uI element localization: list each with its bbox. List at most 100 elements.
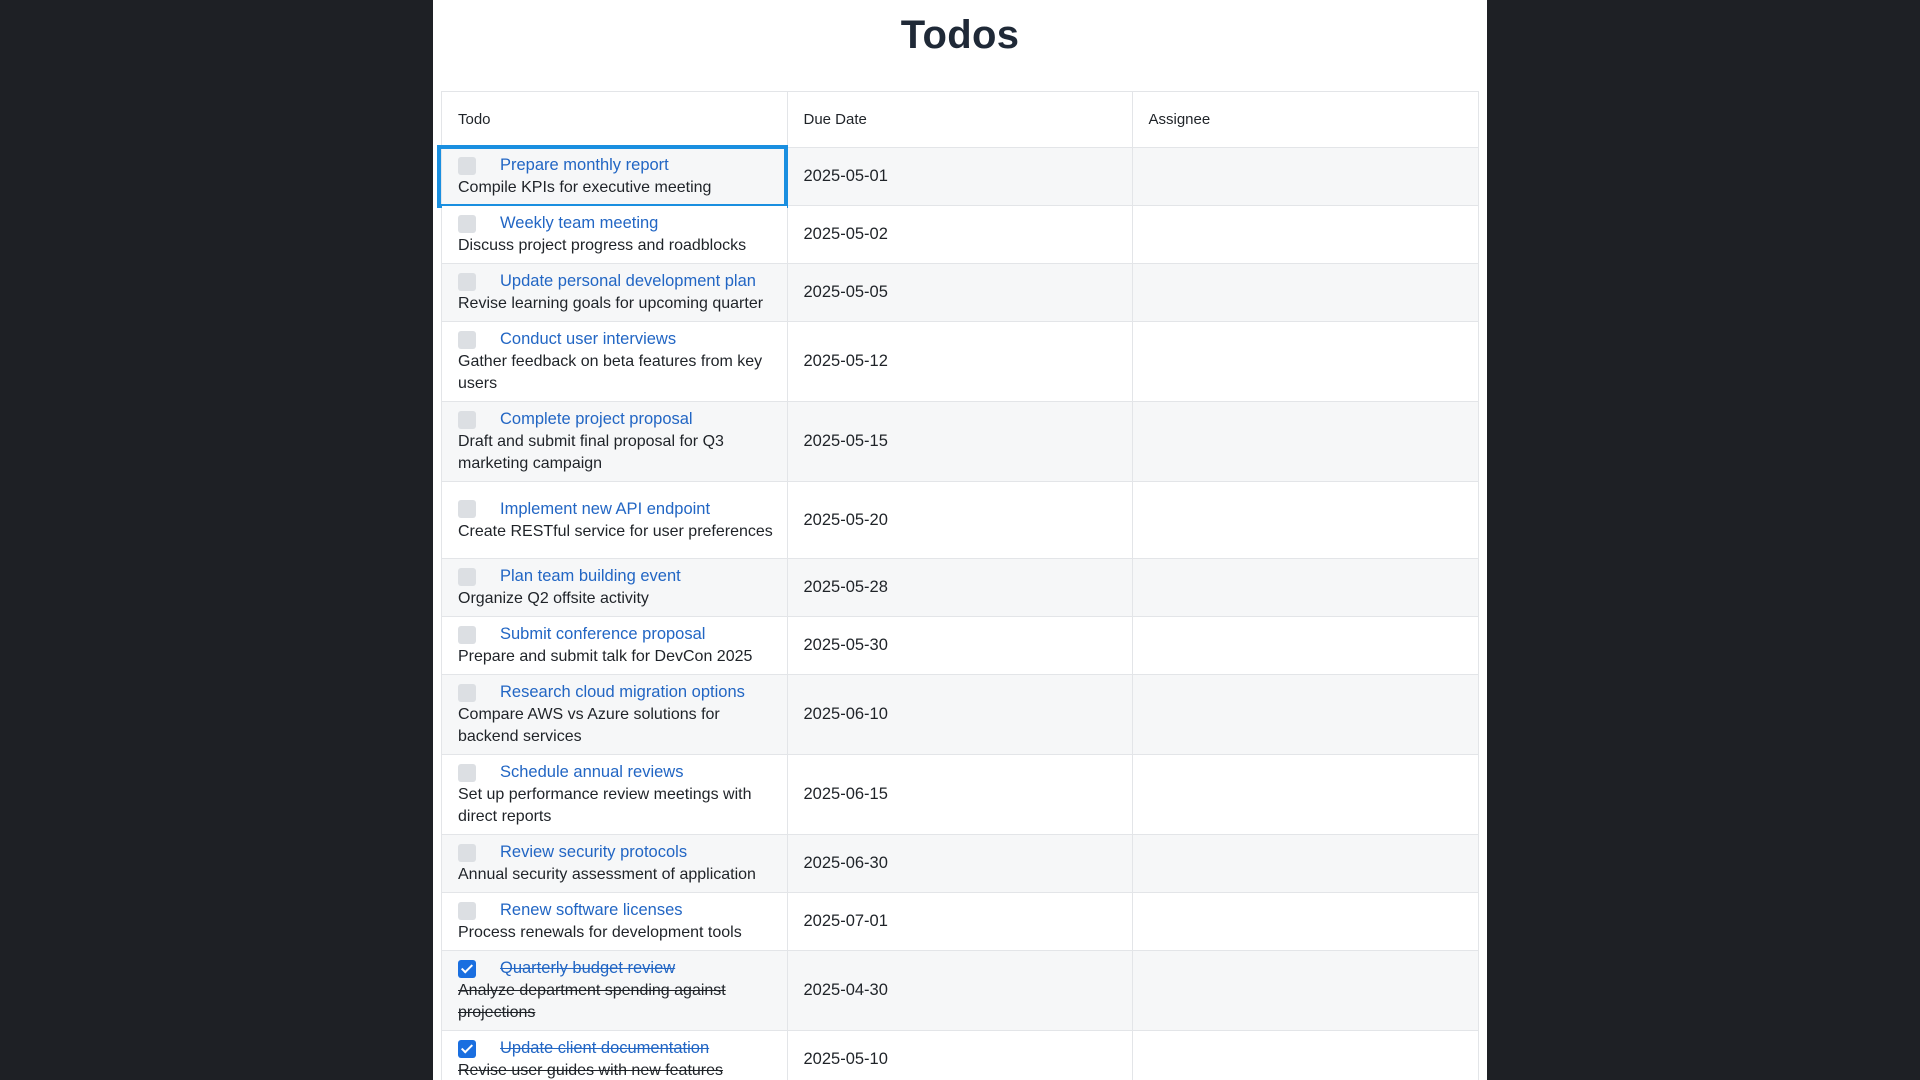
todo-title-link[interactable]: Schedule annual reviews — [500, 763, 683, 782]
checkbox-unchecked-icon[interactable] — [458, 330, 476, 349]
todo-title-line: Quarterly budget review — [458, 957, 777, 980]
todo-title-link[interactable]: Prepare monthly report — [500, 156, 669, 175]
todo-title-line: Weekly team meeting — [458, 212, 777, 235]
checkbox-unchecked-icon[interactable] — [458, 763, 476, 782]
todo-title-line: Update client documentation — [458, 1037, 777, 1060]
due-date-cell: 2025-06-15 — [787, 754, 1133, 835]
todo-cell: Research cloud migration options Compare… — [442, 674, 788, 755]
assignee-cell — [1132, 674, 1478, 755]
todo-title-link[interactable]: Implement new API endpoint — [500, 500, 710, 519]
assignee-cell — [1132, 263, 1478, 322]
table-row: Implement new API endpoint Create RESTfu… — [442, 481, 1478, 559]
table-header-row: Todo Due Date Assignee — [442, 92, 1478, 148]
column-header-assignee: Assignee — [1132, 92, 1478, 148]
checkbox-unchecked-icon[interactable] — [458, 272, 476, 291]
assignee-cell — [1132, 1030, 1478, 1080]
due-date-cell: 2025-04-30 — [787, 950, 1133, 1031]
due-date-cell: 2025-05-01 — [787, 147, 1133, 206]
todo-cell: Quarterly budget review Analyze departme… — [442, 950, 788, 1031]
todo-title-line: Conduct user interviews — [458, 328, 777, 351]
todo-description: Organize Q2 offsite activity — [458, 590, 649, 607]
assignee-cell — [1132, 616, 1478, 675]
todo-title-link[interactable]: Submit conference proposal — [500, 625, 705, 644]
due-date-cell: 2025-05-20 — [787, 481, 1133, 559]
todo-cell: Plan team building event Organize Q2 off… — [442, 558, 788, 617]
todo-cell: Conduct user interviews Gather feedback … — [442, 321, 788, 402]
todo-cell: Prepare monthly report Compile KPIs for … — [437, 145, 788, 208]
todo-description: Analyze department spending against proj… — [458, 982, 726, 1021]
table-row: Plan team building event Organize Q2 off… — [442, 558, 1478, 617]
todo-title-link[interactable]: Update client documentation — [500, 1039, 709, 1058]
todo-description: Gather feedback on beta features from ke… — [458, 353, 763, 392]
todo-title-link[interactable]: Complete project proposal — [500, 410, 693, 429]
todo-title-link[interactable]: Renew software licenses — [500, 901, 683, 920]
todo-title-line: Review security protocols — [458, 841, 777, 864]
todo-cell: Review security protocols Annual securit… — [442, 834, 788, 893]
todo-description: Revise learning goals for upcoming quart… — [458, 295, 764, 312]
table-row: Quarterly budget review Analyze departme… — [442, 950, 1478, 1031]
todos-table-container: Todo Due Date Assignee Prepare monthly r… — [437, 91, 1479, 1080]
todo-cell: Update personal development plan Revise … — [442, 263, 788, 322]
todo-description: Process renewals for development tools — [458, 924, 742, 941]
checkbox-unchecked-icon[interactable] — [458, 843, 476, 862]
checkbox-unchecked-icon[interactable] — [458, 156, 476, 175]
checkbox-checked-icon[interactable] — [458, 959, 476, 978]
table-row: Schedule annual reviews Set up performan… — [442, 754, 1478, 835]
due-date-cell: 2025-06-30 — [787, 834, 1133, 893]
todo-title-line: Schedule annual reviews — [458, 761, 777, 784]
todo-cell: Submit conference proposal Prepare and s… — [442, 616, 788, 675]
table-row: Prepare monthly report Compile KPIs for … — [437, 145, 1478, 208]
todo-description: Set up performance review meetings with … — [458, 786, 752, 825]
checkbox-unchecked-icon[interactable] — [458, 683, 476, 702]
assignee-cell — [1132, 401, 1478, 482]
todo-title-line: Research cloud migration options — [458, 681, 777, 704]
assignee-cell — [1132, 481, 1478, 559]
todo-title-link[interactable]: Quarterly budget review — [500, 959, 675, 978]
todo-cell: Complete project proposal Draft and subm… — [442, 401, 788, 482]
todos-page: Todos Todo Due Date Assignee Prepare mon… — [433, 0, 1487, 1080]
checkbox-unchecked-icon[interactable] — [458, 567, 476, 586]
todo-cell: Schedule annual reviews Set up performan… — [442, 754, 788, 835]
assignee-cell — [1132, 147, 1478, 206]
assignee-cell — [1132, 892, 1478, 951]
due-date-cell: 2025-06-10 — [787, 674, 1133, 755]
todo-title-link[interactable]: Conduct user interviews — [500, 330, 676, 349]
table-row: Submit conference proposal Prepare and s… — [442, 616, 1478, 675]
table-row: Review security protocols Annual securit… — [442, 834, 1478, 893]
checkbox-unchecked-icon[interactable] — [458, 410, 476, 429]
todo-title-link[interactable]: Weekly team meeting — [500, 214, 658, 233]
todo-title-line: Plan team building event — [458, 565, 777, 588]
table-row: Update client documentation Revise user … — [442, 1030, 1478, 1080]
due-date-cell: 2025-07-01 — [787, 892, 1133, 951]
table-row: Conduct user interviews Gather feedback … — [442, 321, 1478, 402]
checkbox-unchecked-icon[interactable] — [458, 500, 476, 518]
todo-cell: Renew software licenses Process renewals… — [442, 892, 788, 951]
checkbox-unchecked-icon[interactable] — [458, 214, 476, 233]
todo-title-line: Submit conference proposal — [458, 623, 777, 646]
table-row: Complete project proposal Draft and subm… — [442, 401, 1478, 482]
assignee-cell — [1132, 950, 1478, 1031]
assignee-cell — [1132, 321, 1478, 402]
table-row: Research cloud migration options Compare… — [442, 674, 1478, 755]
checkbox-checked-icon[interactable] — [458, 1039, 476, 1058]
assignee-cell — [1132, 205, 1478, 264]
todo-title-link[interactable]: Plan team building event — [500, 567, 681, 586]
checkbox-unchecked-icon[interactable] — [458, 901, 476, 920]
todo-description: Compile KPIs for executive meeting — [458, 179, 712, 196]
todo-title-line: Complete project proposal — [458, 408, 777, 431]
due-date-cell: 2025-05-30 — [787, 616, 1133, 675]
todo-title-link[interactable]: Update personal development plan — [500, 272, 756, 291]
todo-cell: Implement new API endpoint Create RESTfu… — [442, 481, 788, 559]
todo-description: Revise user guides with new features — [458, 1062, 724, 1079]
todo-title-link[interactable]: Review security protocols — [500, 843, 687, 862]
todo-cell: Weekly team meeting Discuss project prog… — [442, 205, 788, 264]
todo-description: Prepare and submit talk for DevCon 2025 — [458, 648, 753, 665]
assignee-cell — [1132, 834, 1478, 893]
checkbox-unchecked-icon[interactable] — [458, 625, 476, 644]
todo-title-link[interactable]: Research cloud migration options — [500, 683, 745, 702]
todo-title-line: Prepare monthly report — [458, 154, 777, 177]
due-date-cell: 2025-05-05 — [787, 263, 1133, 322]
due-date-cell: 2025-05-10 — [787, 1030, 1133, 1080]
column-header-todo: Todo — [442, 92, 788, 148]
todos-table: Todo Due Date Assignee Prepare monthly r… — [437, 92, 1478, 1080]
